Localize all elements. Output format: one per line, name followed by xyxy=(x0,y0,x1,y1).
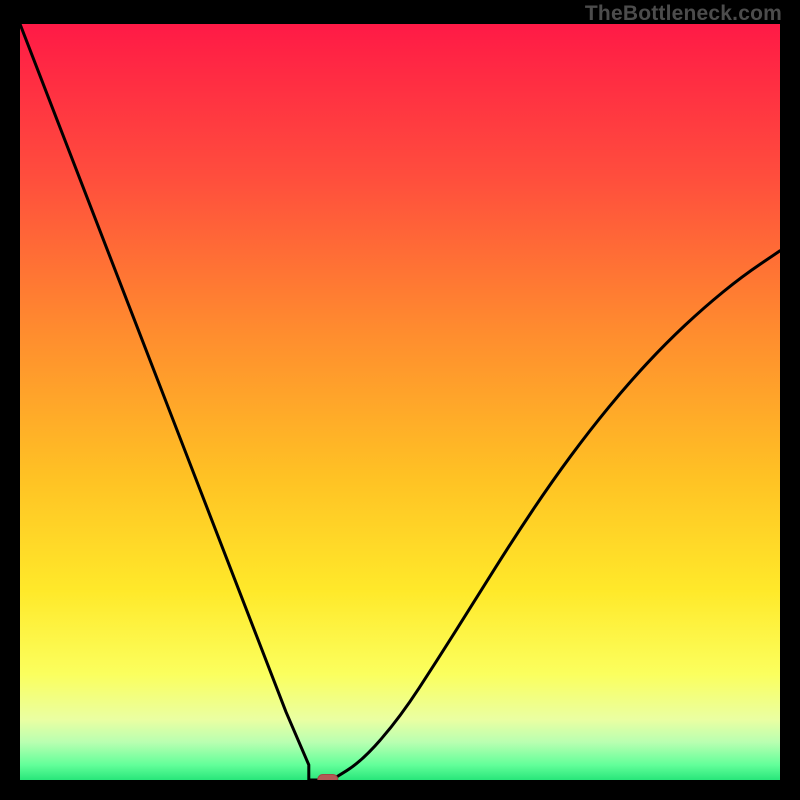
optimum-marker xyxy=(318,775,338,781)
watermark-text: TheBottleneck.com xyxy=(585,2,782,26)
chart-svg xyxy=(20,24,780,780)
gradient-background xyxy=(20,24,780,780)
chart-frame: TheBottleneck.com xyxy=(0,0,800,800)
plot-area xyxy=(20,24,780,780)
